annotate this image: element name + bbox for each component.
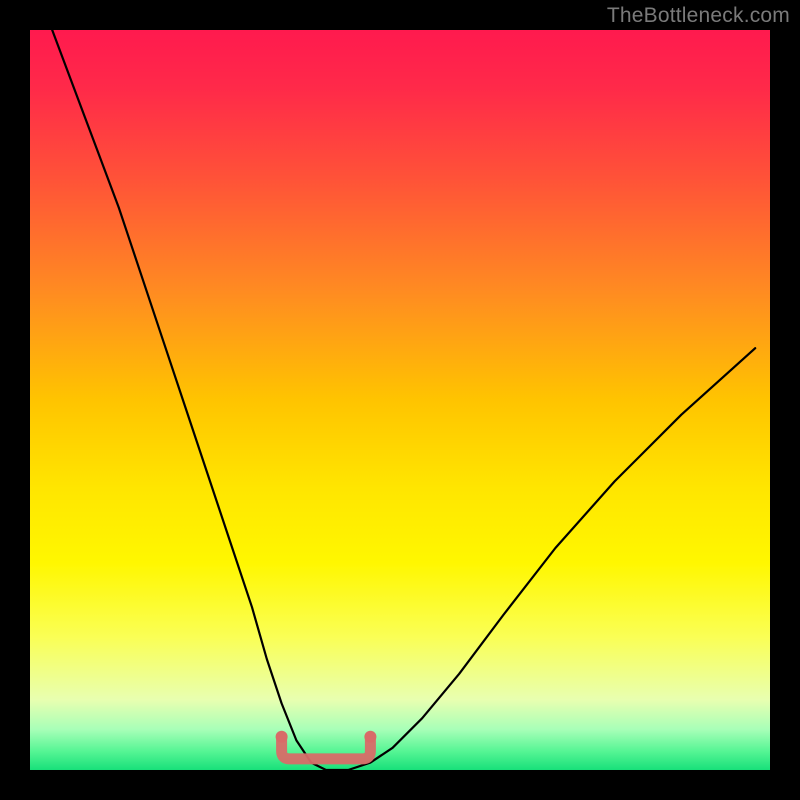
- bottleneck-chart: [0, 0, 800, 800]
- watermark-text: TheBottleneck.com: [607, 4, 790, 28]
- optimal-range-endpoint: [276, 731, 288, 743]
- chart-frame: TheBottleneck.com: [0, 0, 800, 800]
- gradient-background: [30, 30, 770, 770]
- optimal-range-endpoint: [364, 731, 376, 743]
